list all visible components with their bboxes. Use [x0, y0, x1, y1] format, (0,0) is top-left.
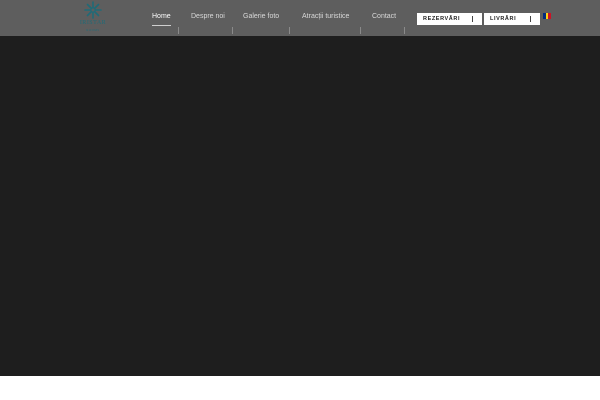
nav-item-atractii-turistice[interactable]: Atracții turistice [302, 13, 349, 20]
snowflake-logo-icon [84, 1, 102, 19]
nav-separator [289, 27, 290, 34]
rezervari-button[interactable]: REZERVĂRI [417, 13, 482, 25]
nav-item-home[interactable]: Home [152, 13, 171, 26]
romania-flag-icon[interactable] [543, 13, 552, 19]
nav-separator [232, 27, 233, 34]
site-header: IRISTAR ROOMS Home Despre noi Galerie fo… [0, 0, 600, 36]
button-divider [472, 16, 473, 22]
livrari-button[interactable]: LIVRĂRI [484, 13, 540, 25]
site-logo[interactable]: IRISTAR ROOMS [76, 1, 110, 33]
button-divider [530, 16, 531, 22]
nav-item-contact[interactable]: Contact [372, 13, 396, 20]
nav-item-galerie-foto[interactable]: Galerie foto [243, 13, 279, 20]
nav-item-despre-noi[interactable]: Despre noi [191, 13, 225, 20]
nav-separator [360, 27, 361, 34]
nav-separator [404, 27, 405, 34]
hero-section [0, 36, 600, 376]
flag-stripe-red [548, 13, 552, 19]
rezervari-label: REZERVĂRI [423, 16, 461, 22]
logo-brand-text: IRISTAR [79, 20, 107, 26]
nav-separator [178, 27, 179, 34]
livrari-label: LIVRĂRI [490, 16, 517, 22]
logo-sub-text: ROOMS [86, 28, 100, 32]
